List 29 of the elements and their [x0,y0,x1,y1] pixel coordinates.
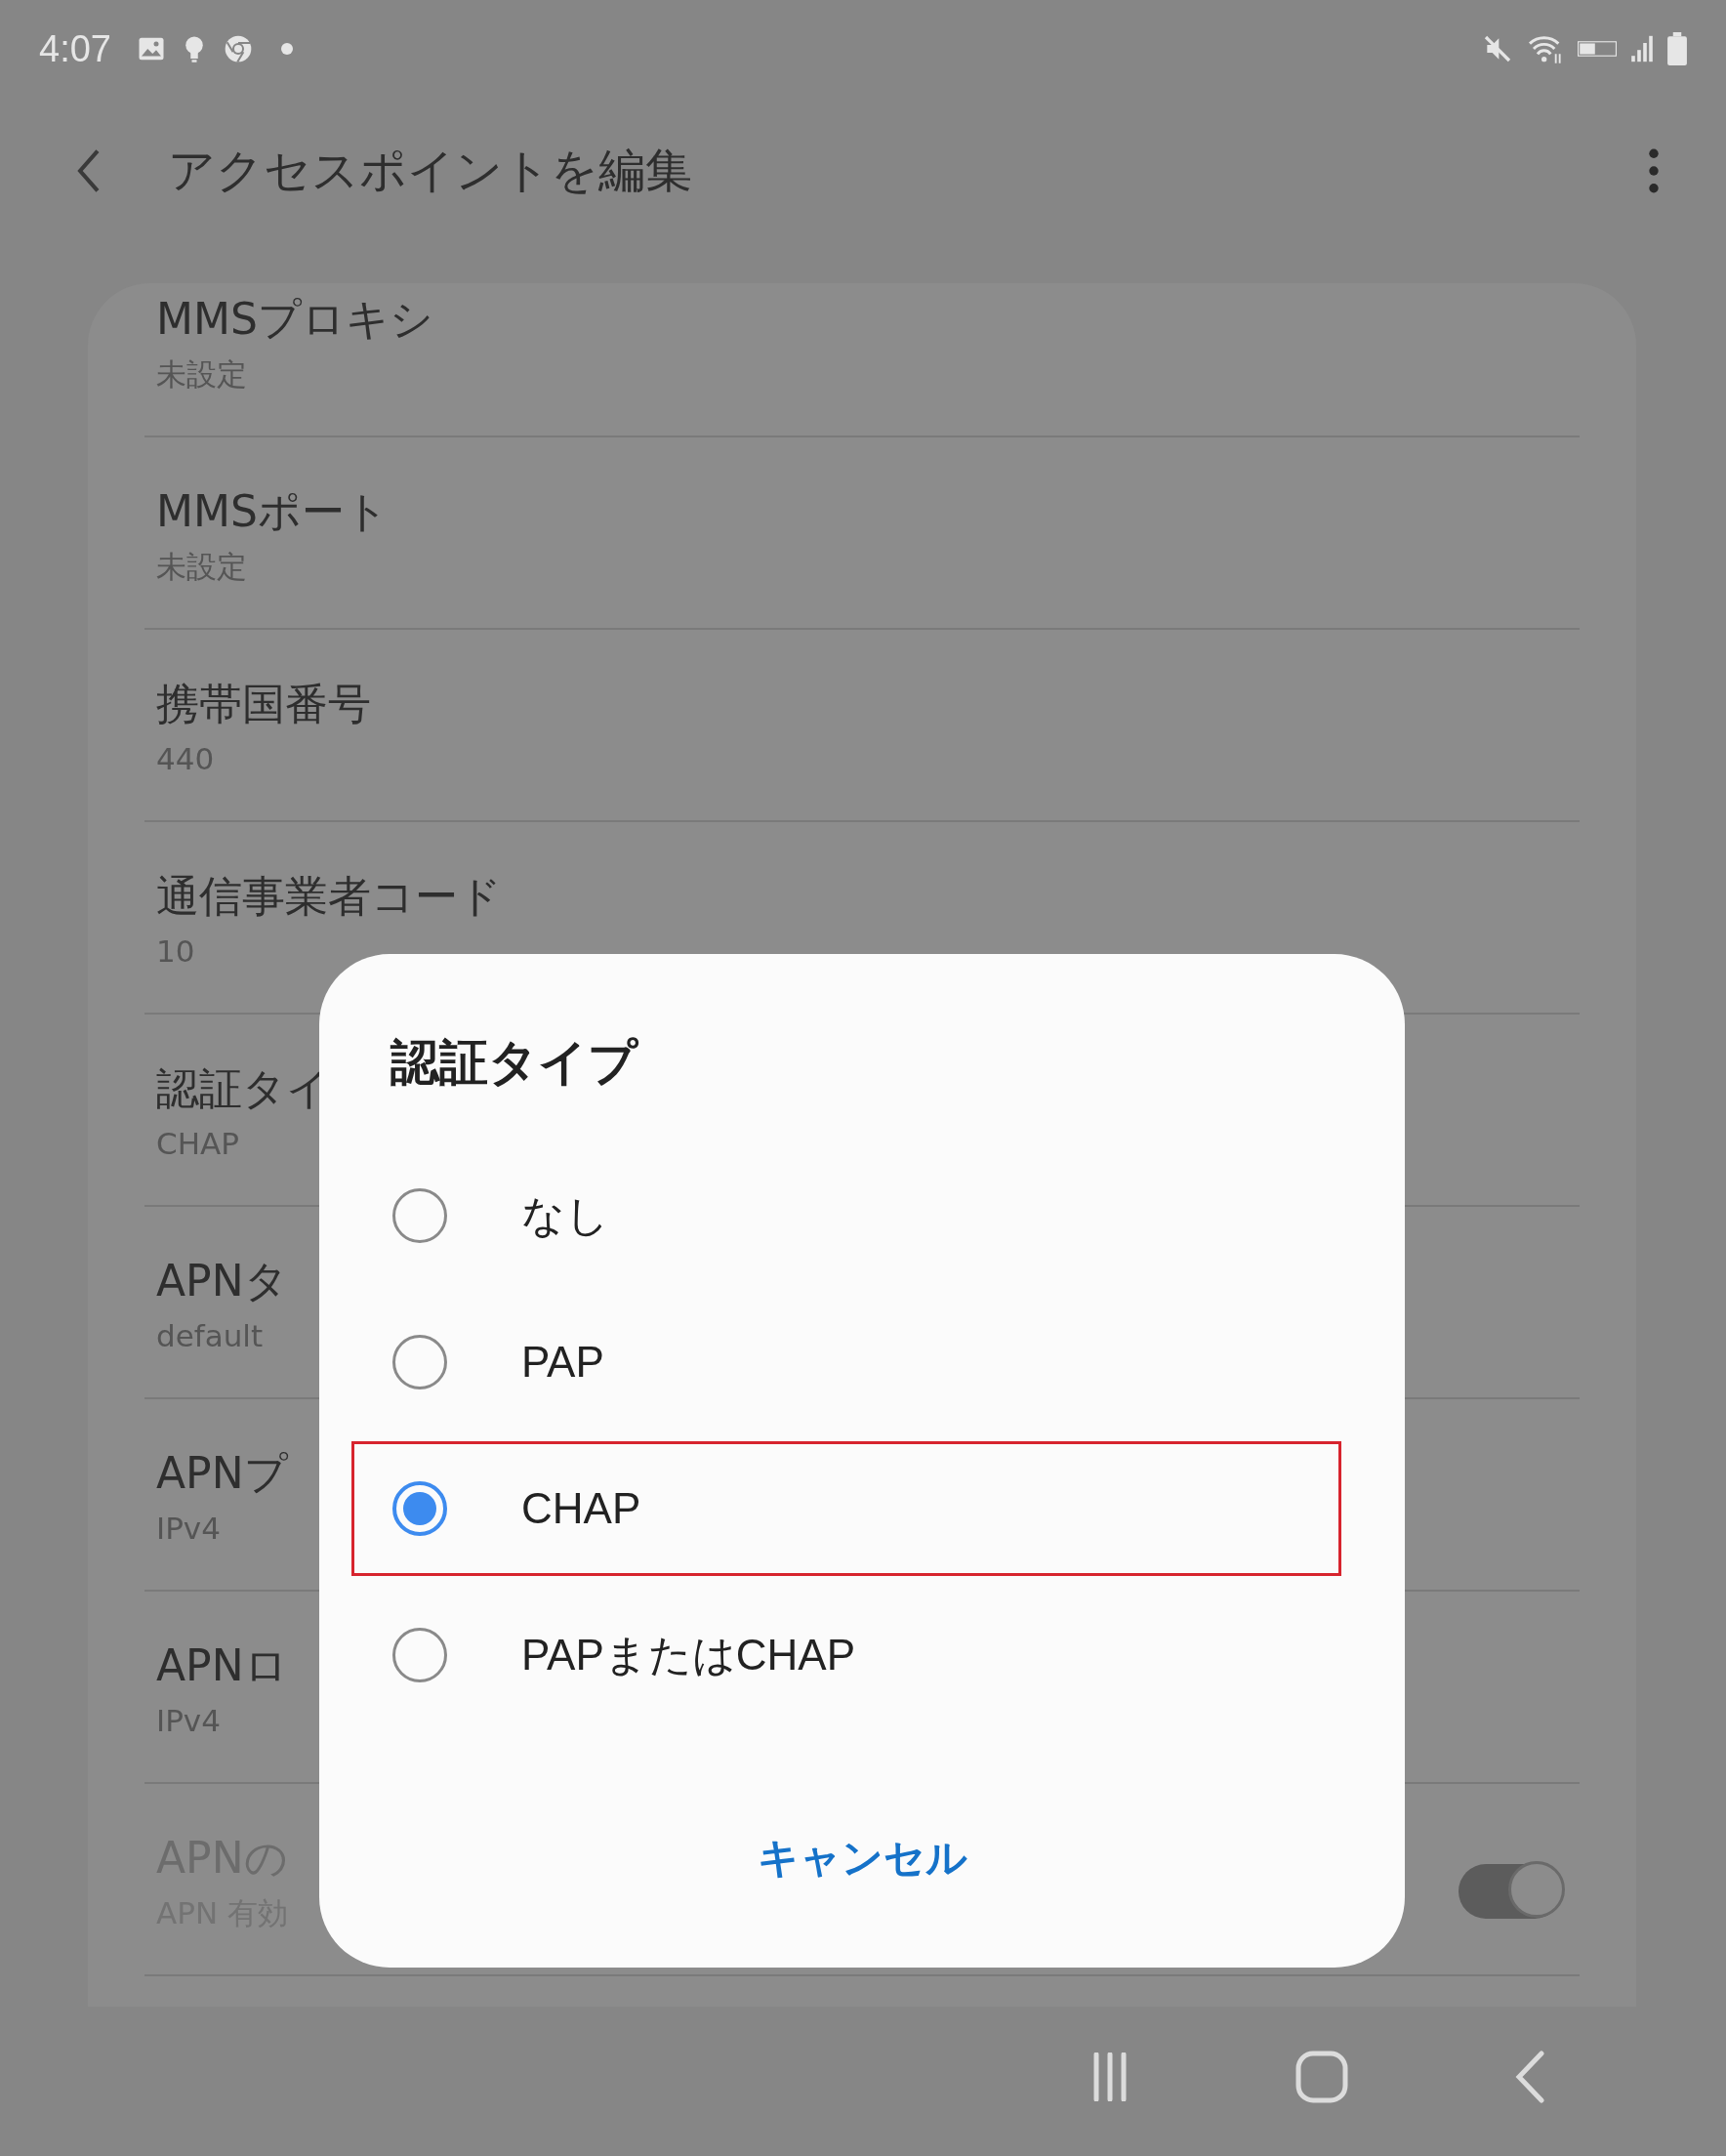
back-icon[interactable] [76,147,102,193]
radio-button[interactable] [392,1628,447,1682]
setting-title: APNプ [156,1447,288,1500]
radio-button[interactable] [392,1481,447,1536]
screen-title: アクセスポイントを編集 [168,141,692,199]
cancel-button[interactable]: キャンセル [737,1821,987,1895]
option-label[interactable]: PAPまたはCHAP [521,1626,856,1684]
setting-title: 携帯国番号 [156,678,371,730]
setting-title: APNロ [156,1639,288,1692]
option-label[interactable]: PAP [521,1338,604,1387]
back-icon[interactable] [1514,2050,1545,2103]
radio-button[interactable] [392,1335,447,1389]
mute-icon [1482,33,1513,64]
option-label[interactable]: CHAP [521,1484,641,1533]
more-options-icon[interactable] [1648,147,1660,193]
home-icon[interactable] [1295,2050,1348,2103]
setting-title: MMSポート [156,485,389,538]
setting-title: 認証タイ [156,1062,330,1115]
wifi-icon [1527,33,1564,64]
battery-icon [1667,32,1687,65]
notification-dot-icon [280,43,293,55]
status-time: 4:07 [39,27,111,70]
setting-title: APNタ [156,1255,288,1307]
setting-title: MMSプロキシ [156,293,433,346]
setting-title: 通信事業者コード [156,870,502,923]
radio-button[interactable] [392,1188,447,1243]
signal-icon [1630,34,1654,63]
dialog-title: 認証タイプ [390,1033,637,1093]
option-label[interactable]: なし [521,1186,609,1245]
